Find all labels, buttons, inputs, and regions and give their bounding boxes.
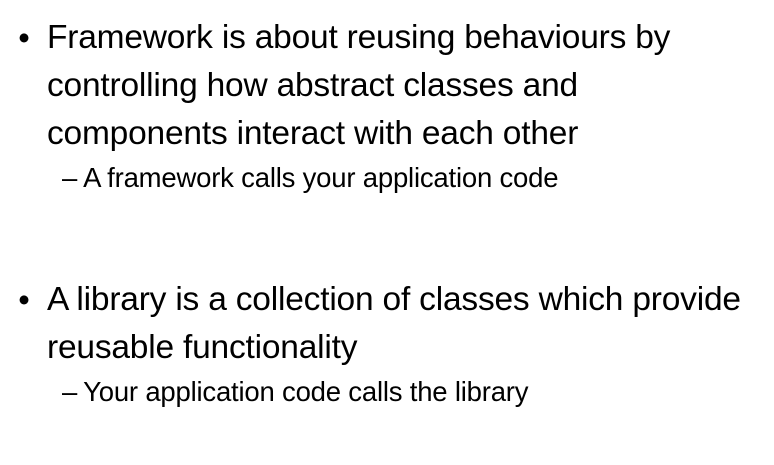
bullet-library: • A library is a collection of classes w… (10, 276, 760, 411)
bullet-text-library: A library is a collection of classes whi… (47, 281, 741, 366)
bullet-marker: • (18, 19, 30, 56)
sub-bullet-library: – Your application code calls the library (62, 373, 760, 411)
sub-bullet-text-framework: A framework calls your application code (83, 162, 559, 193)
sub-bullet-text-library: Your application code calls the library (83, 376, 529, 407)
bullet-marker: • (18, 281, 30, 318)
sub-bullet-dash: – (62, 162, 78, 193)
bullet-text-framework: Framework is about reusing behaviours by… (47, 19, 671, 152)
bullet-framework: • Framework is about reusing behaviours … (10, 14, 760, 197)
sub-bullet-framework: – A framework calls your application code (62, 159, 760, 197)
slide-content: • Framework is about reusing behaviours … (0, 0, 774, 465)
sub-bullet-dash: – (62, 376, 78, 407)
